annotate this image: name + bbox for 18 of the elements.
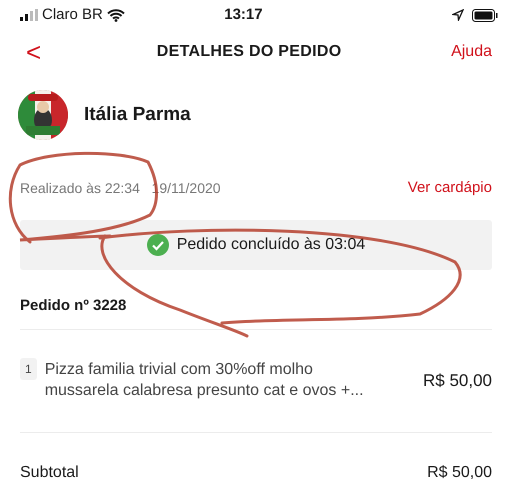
back-button[interactable]: <	[20, 39, 48, 65]
wifi-icon	[106, 8, 125, 22]
order-number: Pedido nº 3228	[19, 296, 128, 316]
total-label: Subtotal	[20, 462, 79, 482]
help-link[interactable]: Ajuda	[451, 40, 492, 64]
total-value: R$ 50,00	[427, 462, 492, 482]
signal-icon	[20, 9, 38, 21]
item-description: Pizza familia trivial com 30%off molho mussarela calabresa presunto cat e ovos +...	[44, 360, 365, 400]
quantity-badge: 1	[20, 358, 37, 380]
store-name: Itália Parma	[84, 102, 191, 127]
menu-link[interactable]: Ver cardápio	[408, 177, 492, 200]
page-title: DETALHES DO PEDIDO	[156, 42, 342, 62]
location-icon	[452, 9, 464, 21]
battery-icon	[472, 8, 498, 22]
carrier-name: Claro BR	[42, 4, 103, 25]
item-price: R$ 50,00	[423, 370, 492, 392]
clock-time: 13:17	[223, 4, 264, 25]
status-text: Pedido concluído às 03:04	[176, 234, 366, 254]
